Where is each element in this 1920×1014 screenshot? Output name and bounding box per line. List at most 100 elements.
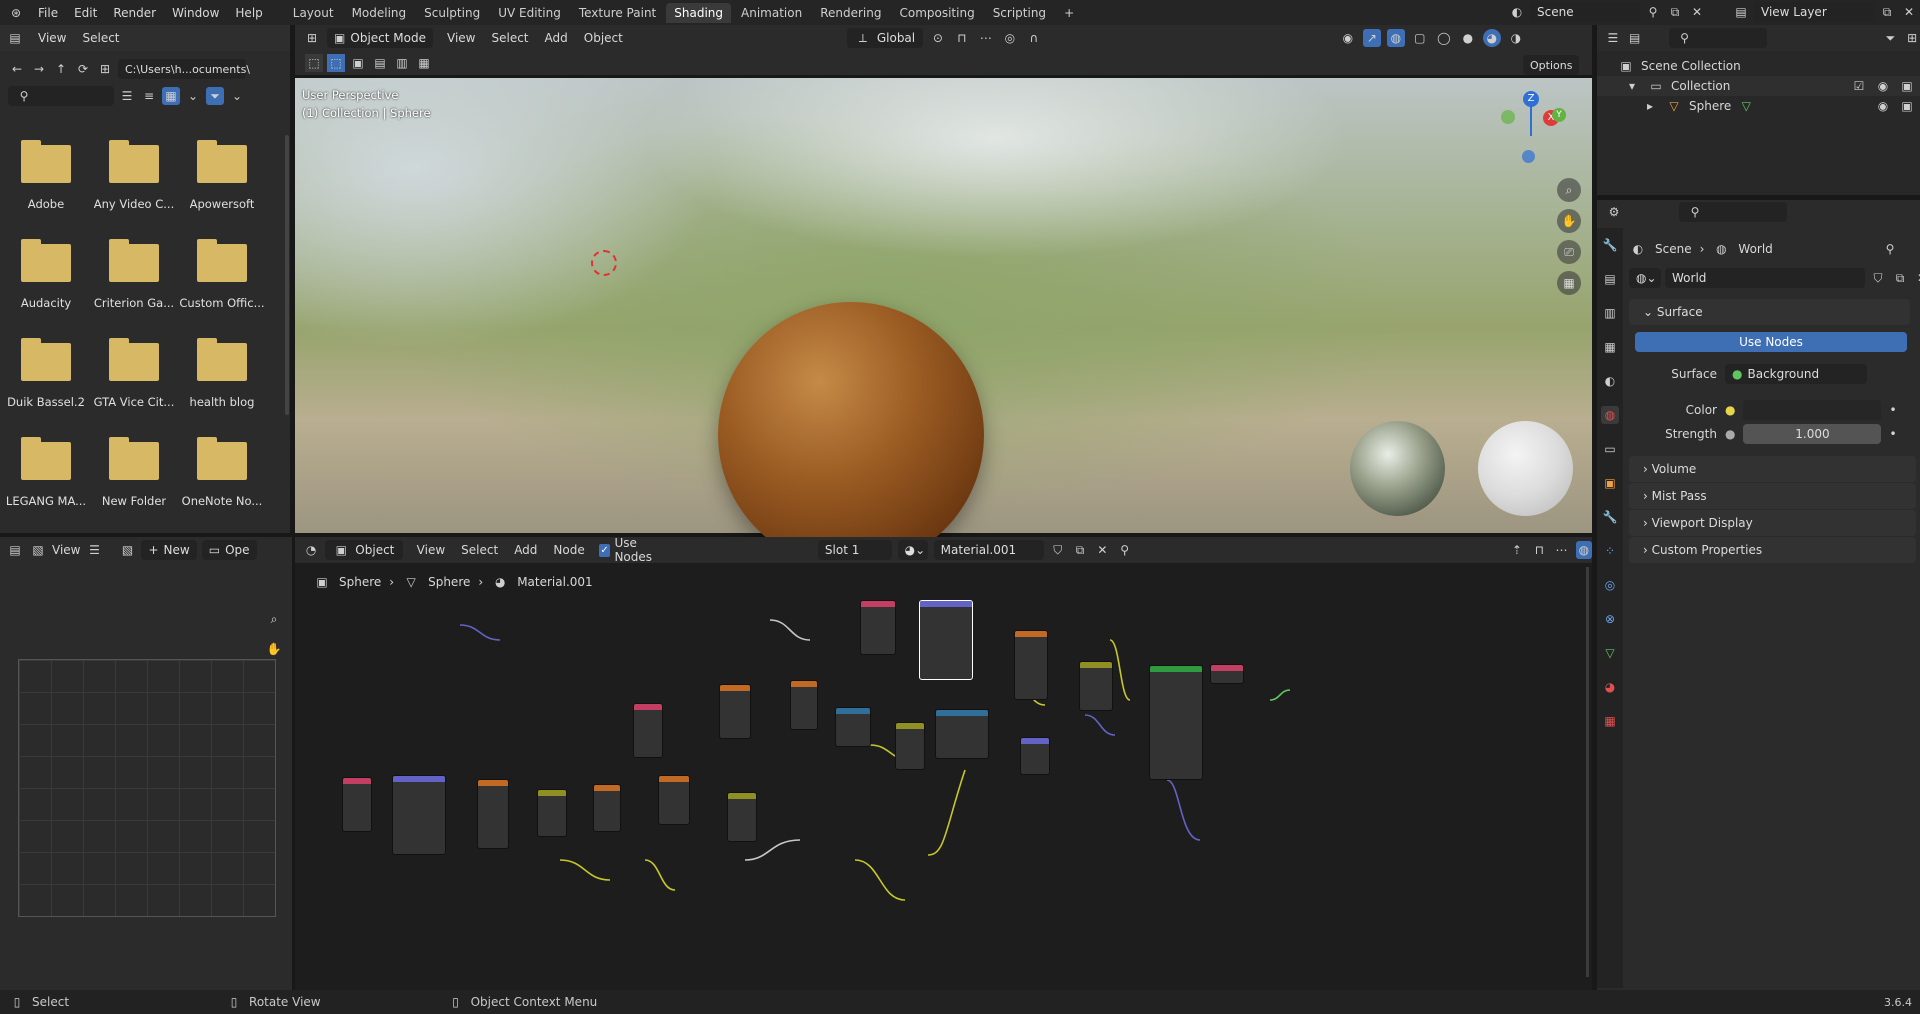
perspective-toggle-icon[interactable]: ▦	[1557, 271, 1581, 295]
surface-shader-field[interactable]: ● Background	[1725, 364, 1867, 384]
gizmo-toggle-icon[interactable]: ↗	[1362, 29, 1381, 47]
pin-icon[interactable]: ⚲	[1644, 3, 1662, 21]
vp-menu-select[interactable]: Select	[483, 31, 536, 45]
new-scene-icon[interactable]: ⧉	[1666, 3, 1684, 21]
fb-scrollbar[interactable]	[285, 135, 289, 415]
constraints-tab-icon[interactable]: ⊗	[1601, 610, 1619, 628]
viewport-display-section-header[interactable]: › Viewport Display	[1629, 510, 1916, 536]
expand-chevron-icon[interactable]: ▸	[1641, 97, 1659, 115]
shader-node[interactable]	[790, 680, 818, 730]
shader-node[interactable]	[593, 784, 621, 832]
particles-tab-icon[interactable]: ⁘	[1601, 542, 1619, 560]
editor-type-icon[interactable]: ⚙	[1605, 203, 1623, 221]
pivot-icon[interactable]: ⊙	[929, 29, 947, 47]
shader-node[interactable]	[1014, 630, 1048, 700]
camera-icon[interactable]: ▣	[1898, 77, 1916, 95]
new-view-layer-icon[interactable]: ⧉	[1878, 3, 1896, 21]
gizmo-neg-y[interactable]	[1501, 110, 1515, 124]
collection-tab-icon[interactable]: ▭	[1601, 440, 1619, 458]
transform-orientation[interactable]: ⟂ Global	[846, 28, 923, 48]
shader-node[interactable]	[658, 775, 690, 825]
physics-tab-icon[interactable]: ◎	[1601, 576, 1619, 594]
unlink-icon[interactable]: ✕	[1913, 269, 1920, 287]
editor-type-icon[interactable]: ☰	[1605, 29, 1621, 47]
refresh-icon[interactable]: ⟳	[74, 60, 92, 78]
render-tab-icon[interactable]: ▤	[1601, 270, 1619, 288]
gizmo-y-axis[interactable]: Y	[1552, 108, 1566, 122]
editor-type-icon[interactable]: ▤	[6, 29, 24, 47]
fb-menu-select[interactable]: Select	[74, 31, 127, 45]
scene-tab-icon[interactable]: ◐	[1601, 372, 1619, 390]
shader-node[interactable]	[392, 775, 446, 855]
vp-menu-object[interactable]: Object	[576, 31, 631, 45]
world-browse-button[interactable]: ◍⌄	[1629, 268, 1661, 288]
tab-compositing[interactable]: Compositing	[891, 3, 982, 23]
scene-icon[interactable]: ◐	[1508, 3, 1526, 21]
shader-node[interactable]	[537, 789, 567, 837]
mesh-data-icon[interactable]: ▽	[1737, 97, 1755, 115]
folder-item[interactable]: Criterion Ga...	[90, 224, 178, 323]
mode-invert-icon[interactable]: ▥	[393, 54, 411, 72]
zoom-icon[interactable]: ⌕	[1557, 178, 1581, 202]
folder-item[interactable]: Duik Bassel.2	[2, 323, 90, 422]
shader-node[interactable]	[1149, 665, 1203, 780]
falloff-icon[interactable]: ∩	[1025, 29, 1043, 47]
outliner-search[interactable]: ⚲	[1668, 28, 1767, 48]
blender-logo-icon[interactable]: ⊛	[6, 4, 26, 22]
mode-intersect-icon[interactable]: ▦	[415, 54, 433, 72]
select-box-tool-icon[interactable]: ⬚	[305, 54, 323, 72]
shader-node[interactable]	[727, 792, 757, 842]
texture-tab-icon[interactable]: ▦	[1601, 712, 1619, 730]
menu-help[interactable]: Help	[227, 6, 270, 20]
3d-cursor-icon[interactable]	[591, 250, 617, 276]
zoom-icon[interactable]: ⌕	[262, 607, 286, 631]
editor-type-icon[interactable]: ▤	[6, 541, 24, 559]
forward-icon[interactable]: →	[30, 60, 48, 78]
filter-icon[interactable]: ⏷	[1883, 29, 1899, 47]
folder-item[interactable]: Apowersoft	[178, 125, 266, 224]
surface-section-header[interactable]: ⌄ Surface	[1629, 299, 1910, 325]
shading-rendered-icon[interactable]: ◑	[1507, 29, 1525, 47]
eye-icon[interactable]: ◉	[1874, 97, 1892, 115]
snap-icon[interactable]: ⊓	[953, 29, 971, 47]
material-tab-icon[interactable]: ◕	[1601, 678, 1619, 696]
delete-view-layer-icon[interactable]: ✕	[1900, 3, 1918, 21]
mode-subtract-icon[interactable]: ▤	[371, 54, 389, 72]
properties-search[interactable]: ⚲	[1679, 202, 1787, 222]
new-image-button[interactable]: + New	[141, 540, 197, 560]
modifier-tab-icon[interactable]: 🔧	[1601, 508, 1619, 526]
image-browse-icon[interactable]: ▧	[118, 541, 136, 559]
mode-dropdown[interactable]: ▣ Object Mode	[327, 28, 433, 48]
object-tab-icon[interactable]: ▣	[1601, 474, 1619, 492]
tab-shading[interactable]: Shading	[666, 2, 731, 23]
shader-node[interactable]	[477, 779, 509, 849]
shader-node[interactable]	[895, 722, 925, 770]
shading-wire-icon[interactable]: ◯	[1435, 29, 1453, 47]
shader-node[interactable]	[633, 703, 663, 758]
scene-field[interactable]: Scene	[1530, 2, 1640, 22]
color-field[interactable]	[1743, 400, 1882, 420]
menu-edit[interactable]: Edit	[66, 6, 105, 20]
camera-view-icon[interactable]: ⎚	[1557, 240, 1581, 264]
new-folder-icon[interactable]: ⊞	[96, 60, 114, 78]
shader-node[interactable]	[342, 777, 372, 832]
new-collection-icon[interactable]: ⊞	[1904, 29, 1920, 47]
fb-menu-view[interactable]: View	[30, 31, 74, 45]
proportional-edit-icon[interactable]: ◎	[1001, 29, 1019, 47]
folder-item[interactable]: GTA Vice Cit...	[90, 323, 178, 422]
editor-type-icon[interactable]: ⊞	[303, 29, 321, 47]
shader-node[interactable]	[1020, 737, 1050, 775]
uv-grid[interactable]	[18, 659, 276, 917]
outliner-row-collection[interactable]: ▾ ▭ Collection ☑ ◉ ▣	[1597, 76, 1920, 96]
folder-item[interactable]: Any Video C...	[90, 125, 178, 224]
camera-icon[interactable]: ▣	[1898, 97, 1916, 115]
shader-node[interactable]	[835, 707, 871, 747]
image-mode-icon[interactable]: ▧	[29, 541, 47, 559]
tab-scripting[interactable]: Scripting	[985, 3, 1054, 23]
duplicate-icon[interactable]: ⧉	[1891, 269, 1909, 287]
shader-node[interactable]	[1079, 661, 1113, 711]
menu-file[interactable]: File	[30, 6, 66, 20]
parent-dir-icon[interactable]: ↑	[52, 60, 70, 78]
gizmo-z-axis[interactable]: Z	[1523, 91, 1539, 107]
exclude-checkbox-icon[interactable]: ☑	[1850, 77, 1868, 95]
